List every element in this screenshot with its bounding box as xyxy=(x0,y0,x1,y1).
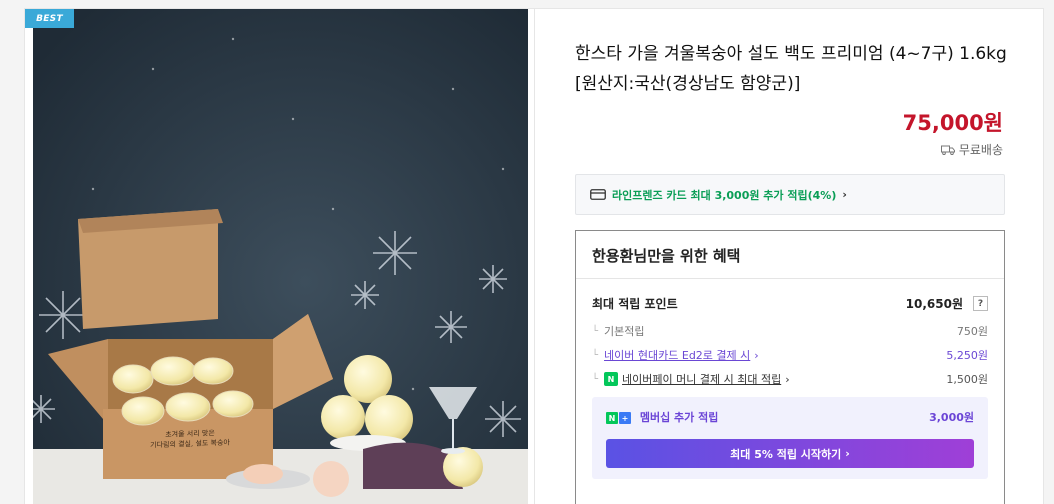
max-points-row: 최대 적립 포인트 10,650원 ? xyxy=(592,295,988,312)
peach-photo-illustration xyxy=(33,9,528,504)
tree-branch-icon: └ xyxy=(592,325,599,337)
chevron-right-icon: › xyxy=(842,188,847,201)
npay-money-row: └ N 네이버페이 머니 결제 시 최대 적립 › 1,500원 xyxy=(592,371,988,387)
card-promo-text: 라인프렌즈 카드 최대 3,000원 추가 적립(4%) xyxy=(612,188,837,202)
membership-label: 멤버십 추가 적립 xyxy=(639,411,719,424)
tree-branch-icon: └ xyxy=(592,349,599,361)
npay-money-value: 1,500원 xyxy=(946,373,988,386)
naver-plus-icon: N + xyxy=(606,412,631,424)
basic-points-row: └ 기본적립 750원 xyxy=(592,323,988,339)
product-info-panel: 한스타 가을 겨울복숭아 설도 백도 프리미엄 (4~7구) 1.6kg [원산… xyxy=(535,8,1044,504)
hyundai-card-row: └ 네이버 현대카드 Ed2로 결제 시 › 5,250원 xyxy=(592,347,988,363)
shipping-label: 무료배송 xyxy=(958,143,1003,157)
chevron-right-icon: › xyxy=(754,348,759,362)
benefit-title: 한용환님만을 위한 혜택 xyxy=(592,247,741,265)
naver-pay-icon: N xyxy=(604,372,619,386)
product-image-card: BEST 초겨울 서리 맞은 기다림의 결실, 설도 복숭아 xyxy=(24,8,535,504)
shipping-info: 무료배송 xyxy=(940,141,1003,158)
max-points-label: 최대 적립 포인트 xyxy=(592,297,678,311)
hyundai-card-link[interactable]: 네이버 현대카드 Ed2로 결제 시 xyxy=(604,347,750,363)
cta-label: 최대 5% 적립 시작하기 xyxy=(730,447,842,461)
max-points-value: 10,650원 xyxy=(905,297,963,311)
benefit-panel: 한용환님만을 위한 혜택 최대 적립 포인트 10,650원 ? └ 기본적립 7… xyxy=(575,230,1005,504)
card-promo-banner[interactable]: 라인프렌즈 카드 최대 3,000원 추가 적립(4%) › xyxy=(575,174,1005,215)
divider xyxy=(576,278,1004,279)
product-title: 한스타 가을 겨울복숭아 설도 백도 프리미엄 (4~7구) 1.6kg [원산… xyxy=(575,44,1007,94)
best-badge: BEST xyxy=(25,9,74,28)
start-membership-button[interactable]: 최대 5% 적립 시작하기 › xyxy=(606,439,974,468)
product-price: 75,000원 xyxy=(902,111,1003,135)
npay-money-link[interactable]: 네이버페이 머니 결제 시 최대 적립 xyxy=(622,371,781,387)
chevron-right-icon: › xyxy=(785,372,790,386)
membership-row: N + 멤버십 추가 적립 3,000원 xyxy=(606,409,974,425)
membership-value: 3,000원 xyxy=(929,411,974,424)
help-icon[interactable]: ? xyxy=(973,296,988,311)
tree-branch-icon: └ xyxy=(592,373,599,385)
product-photo[interactable]: 초겨울 서리 맞은 기다림의 결실, 설도 복숭아 xyxy=(33,9,528,504)
basic-points-label: 기본적립 xyxy=(604,325,645,338)
chevron-right-icon: › xyxy=(845,447,850,460)
truck-icon xyxy=(940,145,955,155)
membership-box: N + 멤버십 추가 적립 3,000원 최대 5% 적립 시작하기 › xyxy=(592,397,988,479)
credit-card-icon xyxy=(590,189,606,200)
basic-points-value: 750원 xyxy=(956,325,988,338)
hyundai-card-value: 5,250원 xyxy=(946,349,988,362)
